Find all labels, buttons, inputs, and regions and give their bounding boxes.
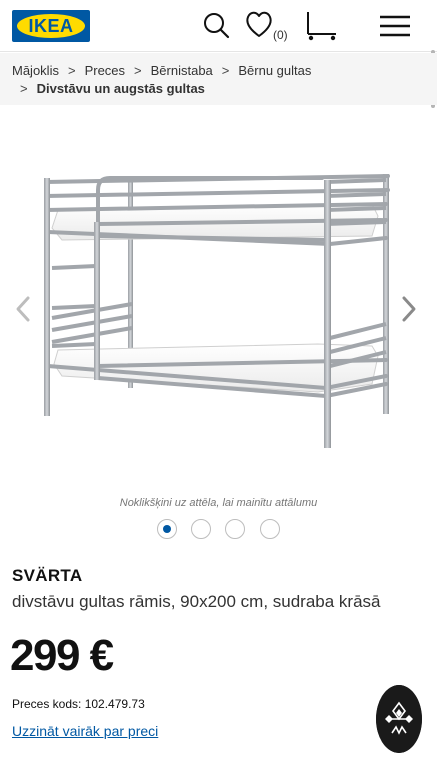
- breadcrumb-link-kids-room[interactable]: Bērnistaba: [151, 63, 213, 78]
- breadcrumb: Mājoklis > Preces > Bērnistaba > Bērnu gultas …: [0, 53, 437, 105]
- breadcrumb-separator: >: [20, 81, 28, 96]
- breadcrumb-link-kids-beds[interactable]: Bērnu gultas: [238, 63, 311, 78]
- favorites-count: (0): [273, 28, 288, 42]
- gallery-dot-1[interactable]: [157, 519, 177, 539]
- logo-text: IKEA: [28, 16, 74, 36]
- assistant-badge-icon[interactable]: [376, 685, 422, 753]
- product-name: SVÄRTA: [12, 566, 83, 585]
- chevron-left-icon[interactable]: [12, 292, 34, 326]
- chevron-right-icon[interactable]: [398, 292, 420, 326]
- breadcrumb-link-products[interactable]: Preces: [85, 63, 125, 78]
- image-caption: Noklikšķini uz attēla, lai mainītu attāl…: [119, 497, 318, 509]
- breadcrumb-line: > Divstāvu un augstās gultas: [20, 81, 205, 96]
- breadcrumb-separator: >: [221, 63, 230, 78]
- gallery-dot-4[interactable]: [260, 519, 280, 539]
- ikea-logo[interactable]: IKEA: [12, 10, 90, 42]
- breadcrumb-separator: >: [134, 63, 142, 78]
- search-icon[interactable]: [200, 8, 232, 44]
- learn-more-link[interactable]: Uzzināt vairāk par preci: [12, 723, 158, 739]
- gallery-dot-2[interactable]: [191, 519, 211, 539]
- gallery-dots: [157, 519, 287, 541]
- heart-icon[interactable]: [244, 8, 274, 44]
- breadcrumb-current: Divstāvu un augstās gultas: [36, 81, 205, 96]
- product-price: 299 €: [10, 631, 114, 680]
- cart-icon[interactable]: [302, 8, 342, 44]
- breadcrumb-line: Mājoklis > Preces > Bērnistaba > Bērnu gultas: [12, 63, 311, 78]
- product-image[interactable]: [0, 140, 437, 480]
- menu-icon[interactable]: [378, 8, 412, 44]
- article-number: Preces kods: 102.479.73: [12, 697, 145, 711]
- breadcrumb-link-home[interactable]: Mājoklis: [12, 63, 59, 78]
- site-header: IKEA (0): [0, 0, 437, 52]
- gallery-dot-3[interactable]: [225, 519, 245, 539]
- breadcrumb-separator: >: [67, 63, 76, 78]
- product-description: divstāvu gultas rāmis, 90x200 cm, sudrab…: [12, 592, 381, 611]
